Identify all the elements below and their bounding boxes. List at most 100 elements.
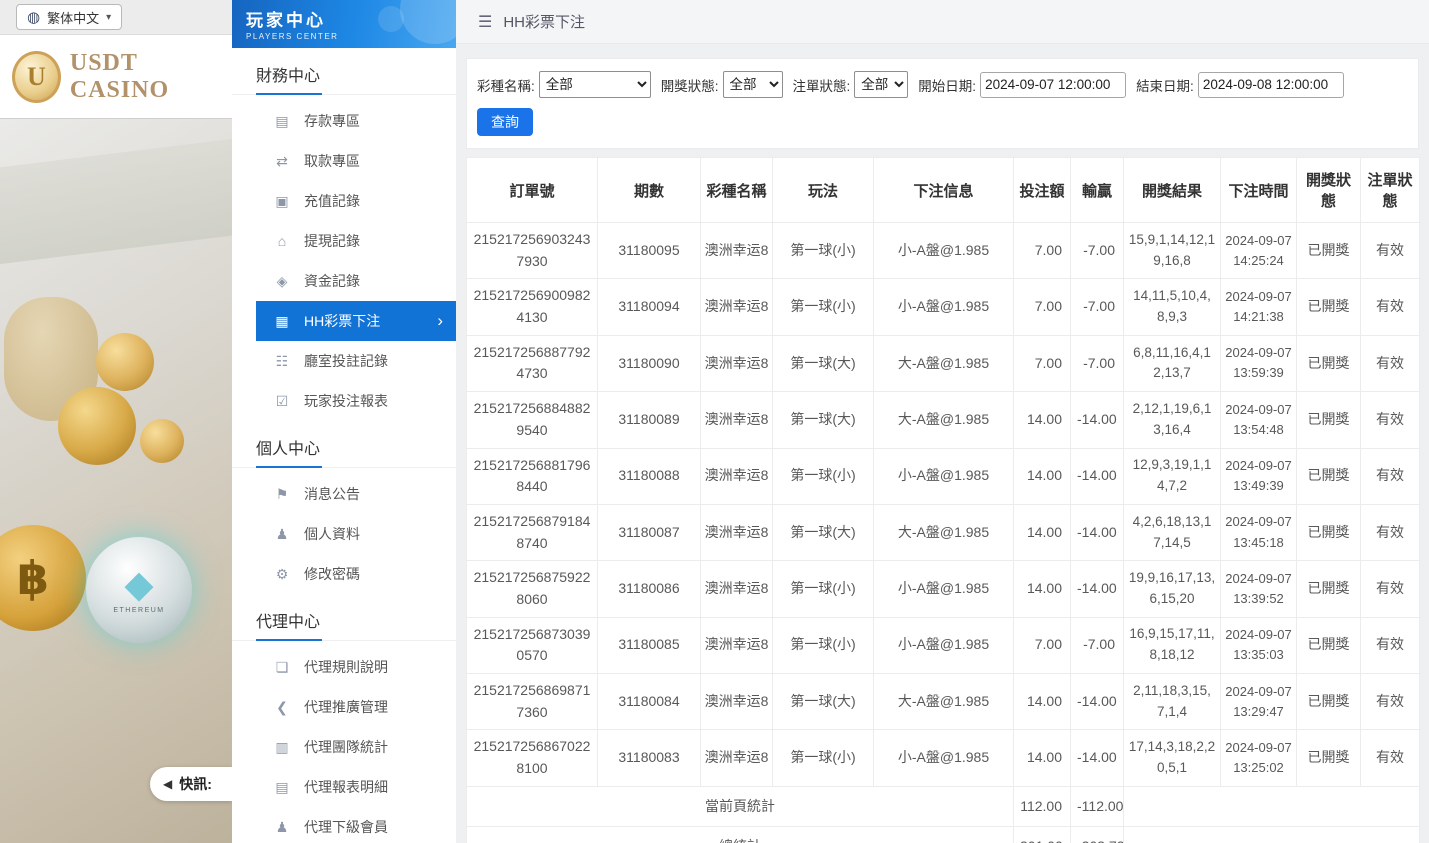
- table-row: 215217256869871736031180084澳洲幸运8第一球(大)大-…: [467, 674, 1420, 730]
- drawstatus-cell: 已開獎: [1297, 223, 1361, 279]
- grand-total-bet-amount: 301.00: [1014, 827, 1071, 843]
- order-cell: 2152172568791848740: [467, 504, 598, 560]
- order-cell: 2152172568877924730: [467, 335, 598, 391]
- betstatus-cell: 有效: [1361, 392, 1420, 448]
- sidebar-item-agent-report-details[interactable]: ▤代理報表明細: [232, 767, 456, 807]
- play-cell: 第一球(小): [773, 561, 874, 617]
- time-cell: 2024-09-07 14:25:24: [1221, 223, 1297, 279]
- amount-cell: 7.00: [1014, 617, 1071, 673]
- drawstatus-cell: 已開獎: [1297, 617, 1361, 673]
- casino-logo[interactable]: U USDT CASINO: [0, 35, 232, 118]
- sidebar-item-announcements[interactable]: ⚑消息公告: [232, 474, 456, 514]
- page-total-bet-amount: 112.00: [1014, 786, 1071, 827]
- betinfo-header: 下注信息: [874, 158, 1014, 223]
- end-date-input[interactable]: [1198, 72, 1344, 98]
- amount-cell: 14.00: [1014, 674, 1071, 730]
- lottery-cell: 澳洲幸运8: [701, 279, 773, 335]
- section-title: 個人中心: [232, 421, 456, 468]
- period-cell: 31180083: [598, 730, 701, 786]
- site-background: ◍ 繁体中文 ▾ U USDT CASINO ฿ ◆ ETHEREUM ◀ 快訊…: [0, 0, 232, 843]
- play-cell: 第一球(小): [773, 448, 874, 504]
- sidebar-item-agent-promotion[interactable]: ❮代理推廣管理: [232, 687, 456, 727]
- sidebar-item-label: 修改密碼: [304, 564, 360, 584]
- result-cell: 16,9,15,17,11,8,18,12: [1124, 617, 1221, 673]
- sidebar-item-agent-sub-members[interactable]: ♟代理下級會員: [232, 807, 456, 843]
- sidebar-item-player-bet-report[interactable]: ☑玩家投注報表: [232, 381, 456, 421]
- order-header: 訂單號: [467, 158, 598, 223]
- amount-cell: 14.00: [1014, 448, 1071, 504]
- bets-table-card: 訂單號 期數 彩種名稱 玩法 下注信息 投注額 輸贏 開獎結果 下注時間 開獎狀…: [466, 157, 1419, 843]
- table-header-row: 訂單號 期數 彩種名稱 玩法 下注信息 投注額 輸贏 開獎結果 下注時間 開獎狀…: [467, 158, 1420, 223]
- start-date-input[interactable]: [980, 72, 1126, 98]
- sidebar-item-withdrawal-records[interactable]: ⌂ 提現記錄: [232, 221, 456, 261]
- recharge-record-icon: ▣: [274, 193, 290, 210]
- language-selector-button[interactable]: ◍ 繁体中文 ▾: [16, 4, 122, 30]
- time-cell: 2024-09-07 13:49:39: [1221, 448, 1297, 504]
- betinfo-cell: 小-A盤@1.985: [874, 561, 1014, 617]
- funds-record-icon: ◈: [274, 273, 290, 290]
- promo-banner: ฿ ◆ ETHEREUM ◀ 快訊:: [0, 118, 232, 843]
- winloss-cell: -14.00: [1071, 448, 1124, 504]
- result-cell: 2,12,1,19,6,13,16,4: [1124, 392, 1221, 448]
- language-label: 繁体中文: [47, 8, 99, 27]
- withdrawal-record-icon: ⌂: [274, 233, 290, 249]
- betinfo-cell: 大-A盤@1.985: [874, 674, 1014, 730]
- profile-icon: ♟: [274, 526, 290, 543]
- page-total-spacer: [1124, 786, 1420, 827]
- table-row: 215217256884882954031180089澳洲幸运8第一球(大)大-…: [467, 392, 1420, 448]
- sidebar-section: 代理中心 ❏代理規則說明❮代理推廣管理▥代理團隊統計▤代理報表明細♟代理下級會員: [232, 594, 456, 843]
- sidebar-item-profile[interactable]: ♟個人資料: [232, 514, 456, 554]
- agent-members-icon: ♟: [274, 819, 290, 836]
- bets-table-body: 215217256903243793031180095澳洲幸运8第一球(小)小-…: [467, 223, 1420, 787]
- sidebar-item-label: 提現記錄: [304, 231, 360, 251]
- period-cell: 31180087: [598, 504, 701, 560]
- time-cell: 2024-09-07 13:29:47: [1221, 674, 1297, 730]
- section-title: 代理中心: [232, 594, 456, 641]
- query-button[interactable]: 查詢: [477, 108, 533, 136]
- lottery-header: 彩種名稱: [701, 158, 773, 223]
- lottery-select[interactable]: 全部: [539, 71, 651, 98]
- order-cell: 2152172568817968440: [467, 448, 598, 504]
- drawstatus-header: 開獎狀態: [1297, 158, 1361, 223]
- betinfo-cell: 小-A盤@1.985: [874, 448, 1014, 504]
- period-cell: 31180085: [598, 617, 701, 673]
- winloss-cell: -14.00: [1071, 730, 1124, 786]
- sidebar-item-funds-records[interactable]: ◈資金記錄: [232, 261, 456, 301]
- section-title: 財務中心: [232, 48, 456, 95]
- time-cell: 2024-09-07 14:21:38: [1221, 279, 1297, 335]
- ethereum-label: ETHEREUM: [113, 607, 164, 614]
- sidebar-menu: 財務中心 ▤存款專區⇄取款專區▣充值記錄 ⌂ 提現記錄 ◈資金記錄▦HH彩票下注›☷廳室…: [232, 48, 456, 843]
- logo-text: USDT CASINO: [70, 50, 232, 104]
- betstatus-cell: 有效: [1361, 674, 1420, 730]
- sidebar-item-change-password[interactable]: ⚙修改密碼: [232, 554, 456, 594]
- betstatus-cell: 有效: [1361, 504, 1420, 560]
- sidebar-title: 玩家中心: [246, 6, 456, 31]
- drawstatus-cell: 已開獎: [1297, 448, 1361, 504]
- arrow-right-icon: ›: [437, 311, 443, 331]
- sidebar-item-deposit-zone[interactable]: ▤存款專區: [232, 101, 456, 141]
- sidebar-item-agent-team-stats[interactable]: ▥代理團隊統計: [232, 727, 456, 767]
- sidebar-item-hh-lottery-bets[interactable]: ▦HH彩票下注›: [256, 301, 456, 341]
- sidebar-section: 個人中心 ⚑消息公告♟個人資料⚙修改密碼: [232, 421, 456, 594]
- sidebar-item-recharge-records[interactable]: ▣充值記錄: [232, 181, 456, 221]
- table-row: 215217256879184874031180087澳洲幸运8第一球(大)大-…: [467, 504, 1420, 560]
- player-sidebar: 玩家中心 PLAYERS CENTER 財務中心▤存款專區⇄取款專區▣充值記錄⌂…: [232, 0, 456, 843]
- period-cell: 31180086: [598, 561, 701, 617]
- winloss-cell: -7.00: [1071, 335, 1124, 391]
- draw-status-select[interactable]: 全部: [723, 71, 783, 98]
- bitcoin-icon: ฿: [0, 525, 86, 631]
- period-cell: 31180089: [598, 392, 701, 448]
- bet-status-select[interactable]: 全部: [854, 71, 908, 98]
- sidebar-item-withdraw-zone[interactable]: ⇄取款專區: [232, 141, 456, 181]
- page-total-row: 當前頁統計 112.00 -112.00: [467, 786, 1420, 827]
- time-cell: 2024-09-07 13:39:52: [1221, 561, 1297, 617]
- player-report-icon: ☑: [274, 393, 290, 410]
- order-cell: 2152172569032437930: [467, 223, 598, 279]
- betstatus-cell: 有效: [1361, 335, 1420, 391]
- menu-toggle-icon[interactable]: ☰: [478, 12, 492, 32]
- winloss-header: 輸贏: [1071, 158, 1124, 223]
- sidebar-item-room-bet-records[interactable]: ☷廳室投註記錄: [232, 341, 456, 381]
- sidebar-item-agent-rules[interactable]: ❏代理規則說明: [232, 647, 456, 687]
- agent-report-icon: ▤: [274, 779, 290, 796]
- betinfo-cell: 小-A盤@1.985: [874, 730, 1014, 786]
